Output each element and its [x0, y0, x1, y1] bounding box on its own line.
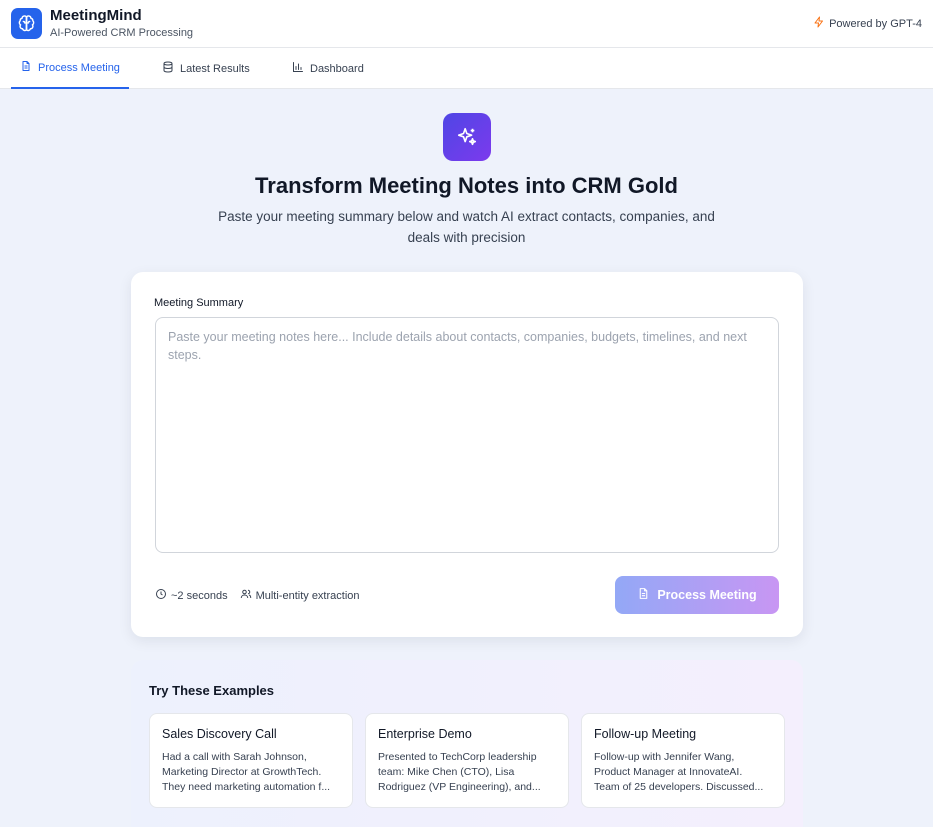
extraction-info: Multi-entity extraction — [240, 588, 360, 603]
example-preview: Follow-up with Jennifer Wang, Product Ma… — [594, 750, 772, 795]
app-title: MeetingMind — [50, 7, 142, 24]
example-preview-line: team: Mike Chen (CTO), Lisa — [378, 766, 515, 778]
example-preview-line: Presented to TechCorp leadership — [378, 751, 537, 763]
sparkles-icon — [443, 113, 491, 161]
example-title: Follow-up Meeting — [594, 727, 697, 741]
bar-chart-icon — [292, 61, 304, 76]
powered-by: Powered by GPT-4 — [813, 16, 922, 31]
meeting-form-card: Meeting Summary ~2 seconds Multi-entity … — [131, 272, 803, 637]
example-preview-line: Product Manager at InnovateAI. — [594, 766, 743, 778]
example-preview-line: Follow-up with Jennifer Wang, — [594, 751, 735, 763]
tab-bar: Process Meeting Latest Results Dashboard — [0, 48, 933, 89]
powered-by-label: Powered by GPT-4 — [829, 17, 922, 30]
brain-logo-icon — [11, 8, 42, 39]
example-preview-line: Marketing Director at GrowthTech. — [162, 766, 322, 778]
extraction-label: Multi-entity extraction — [255, 589, 360, 602]
users-icon — [240, 588, 252, 603]
page-title: Transform Meeting Notes into CRM Gold — [255, 173, 678, 198]
processing-info: ~2 seconds Multi-entity extraction — [155, 588, 360, 603]
example-card-follow-up[interactable]: Follow-up Meeting Follow-up with Jennife… — [581, 713, 785, 808]
lightning-icon — [813, 16, 825, 31]
examples-section: Try These Examples Sales Discovery Call … — [131, 660, 803, 827]
tab-process-meeting[interactable]: Process Meeting — [11, 48, 129, 89]
database-icon — [162, 61, 174, 76]
example-preview: Had a call with Sarah Johnson, Marketing… — [162, 750, 340, 795]
processing-time-label: ~2 seconds — [171, 589, 228, 602]
clock-icon — [155, 588, 167, 603]
example-preview-line: They need marketing automation f... — [162, 781, 331, 793]
tab-label: Dashboard — [310, 62, 364, 75]
example-title: Sales Discovery Call — [162, 727, 277, 741]
example-preview-line: Had a call with Sarah Johnson, — [162, 751, 307, 763]
tab-latest-results[interactable]: Latest Results — [153, 48, 259, 89]
example-card-enterprise-demo[interactable]: Enterprise Demo Presented to TechCorp le… — [365, 713, 569, 808]
examples-title: Try These Examples — [149, 683, 275, 698]
example-title: Enterprise Demo — [378, 727, 472, 741]
example-preview: Presented to TechCorp leadership team: M… — [378, 750, 556, 795]
meeting-summary-input[interactable] — [155, 317, 779, 553]
example-card-sales-discovery[interactable]: Sales Discovery Call Had a call with Sar… — [149, 713, 353, 808]
processing-time: ~2 seconds — [155, 588, 228, 603]
app-subtitle: AI-Powered CRM Processing — [50, 27, 194, 39]
page-subtitle: Paste your meeting summary below and wat… — [218, 209, 715, 245]
process-meeting-label: Process Meeting — [657, 588, 757, 602]
example-preview-line: Rodriguez (VP Engineering), and... — [378, 781, 541, 793]
document-icon — [637, 587, 650, 603]
document-icon — [20, 60, 32, 75]
meeting-summary-label: Meeting Summary — [154, 297, 244, 309]
tab-dashboard[interactable]: Dashboard — [283, 48, 373, 89]
app-header: MeetingMind AI-Powered CRM Processing Po… — [0, 0, 933, 48]
process-meeting-button[interactable]: Process Meeting — [615, 576, 779, 614]
tab-label: Latest Results — [180, 62, 250, 75]
example-preview-line: Team of 25 developers. Discussed... — [594, 781, 764, 793]
tab-label: Process Meeting — [38, 61, 120, 74]
